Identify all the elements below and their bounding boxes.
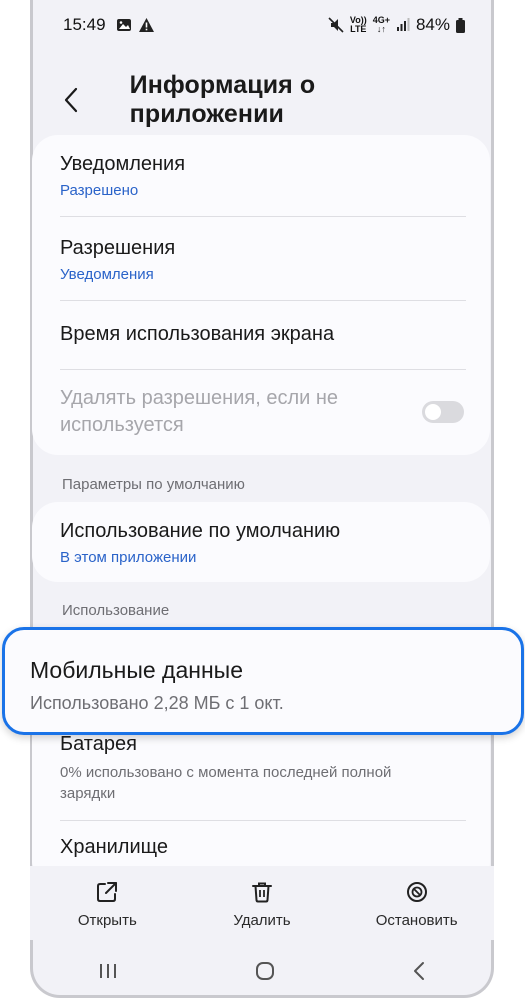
- remove-permissions-title-line2: используется: [60, 414, 184, 436]
- stop-label: Остановить: [375, 912, 458, 929]
- usage-section-label: Использование: [62, 602, 170, 619]
- notifications-title: Уведомления: [60, 153, 186, 175]
- permissions-title: Разрешения: [60, 237, 176, 259]
- page-title: Информация о приложении: [129, 71, 316, 128]
- mobile-data-title: Мобильные данные: [30, 657, 243, 683]
- force-stop-button[interactable]: Остановить: [357, 866, 477, 929]
- trash-icon: [251, 882, 272, 903]
- battery-icon: [456, 17, 465, 33]
- delete-button[interactable]: Удалить: [202, 866, 322, 929]
- warning-icon: [138, 18, 154, 32]
- battery-percent: 84%: [415, 15, 450, 34]
- divider: [60, 300, 466, 301]
- notifications-item[interactable]: Уведомления Разрешено: [60, 153, 466, 199]
- delete-label: Удалить: [233, 912, 291, 929]
- back-button[interactable]: [63, 82, 92, 118]
- signal-icon: [396, 18, 410, 31]
- recent-apps-icon[interactable]: [97, 961, 119, 981]
- storage-item[interactable]: Хранилище: [60, 836, 466, 859]
- permissions-item[interactable]: Разрешения Уведомления: [60, 237, 466, 283]
- remove-permissions-title-line1: Удалять разрешения, если не: [60, 387, 339, 409]
- battery-usage-line1: 0% использовано с момента последней полн…: [60, 764, 392, 781]
- open-external-icon: [97, 882, 118, 902]
- divider: [60, 820, 466, 821]
- defaults-card: Использование по умолчанию В этом прилож…: [32, 502, 490, 582]
- mobile-data-item[interactable]: Мобильные данные Использовано 2,28 МБ с …: [2, 627, 524, 735]
- mobile-data-usage: Использовано 2,28 МБ с 1 окт.: [30, 693, 284, 713]
- home-icon[interactable]: [254, 960, 276, 982]
- stop-icon: [406, 882, 427, 902]
- permissions-status: Уведомления: [60, 266, 154, 283]
- system-nav-bar: [30, 948, 494, 994]
- defaults-section-label: Параметры по умолчанию: [62, 476, 245, 493]
- app-settings-card: Уведомления Разрешено Разрешения Уведомл…: [32, 135, 490, 455]
- default-usage-item[interactable]: Использование по умолчанию В этом прилож…: [60, 520, 466, 566]
- screen-time-item[interactable]: Время использования экрана: [60, 323, 466, 346]
- app-header: Информация о приложении: [63, 71, 461, 128]
- mute-icon: [328, 17, 344, 33]
- storage-title: Хранилище: [60, 836, 168, 858]
- battery-item[interactable]: Батарея 0% использовано с момента послед…: [60, 733, 466, 804]
- back-nav-icon[interactable]: [411, 960, 427, 982]
- battery-title: Батарея: [60, 733, 137, 755]
- remove-permissions-item[interactable]: Удалять разрешения, если не используется: [60, 385, 400, 439]
- divider: [60, 216, 466, 217]
- status-bar: 15:49 Vo)) LTE 4G+ ↓↑ 84%: [63, 12, 465, 38]
- open-button[interactable]: Открыть: [47, 866, 167, 929]
- default-usage-title: Использование по умолчанию: [60, 520, 341, 542]
- open-label: Открыть: [77, 912, 137, 929]
- divider: [60, 369, 466, 370]
- remove-permissions-toggle[interactable]: [422, 401, 464, 423]
- notifications-status: Разрешено: [60, 182, 139, 199]
- screen-time-title: Время использования экрана: [60, 323, 335, 345]
- bottom-action-bar: Открыть Удалить Остановить: [30, 866, 494, 940]
- battery-usage-line2: зарядки: [60, 785, 116, 802]
- volte-indicator: Vo)) LTE: [349, 15, 367, 34]
- status-time: 15:49: [63, 15, 106, 34]
- network-indicator: 4G+ ↓↑: [372, 15, 390, 34]
- gallery-icon: [116, 19, 131, 31]
- default-usage-status: В этом приложении: [60, 549, 197, 566]
- chevron-left-icon: [64, 87, 78, 113]
